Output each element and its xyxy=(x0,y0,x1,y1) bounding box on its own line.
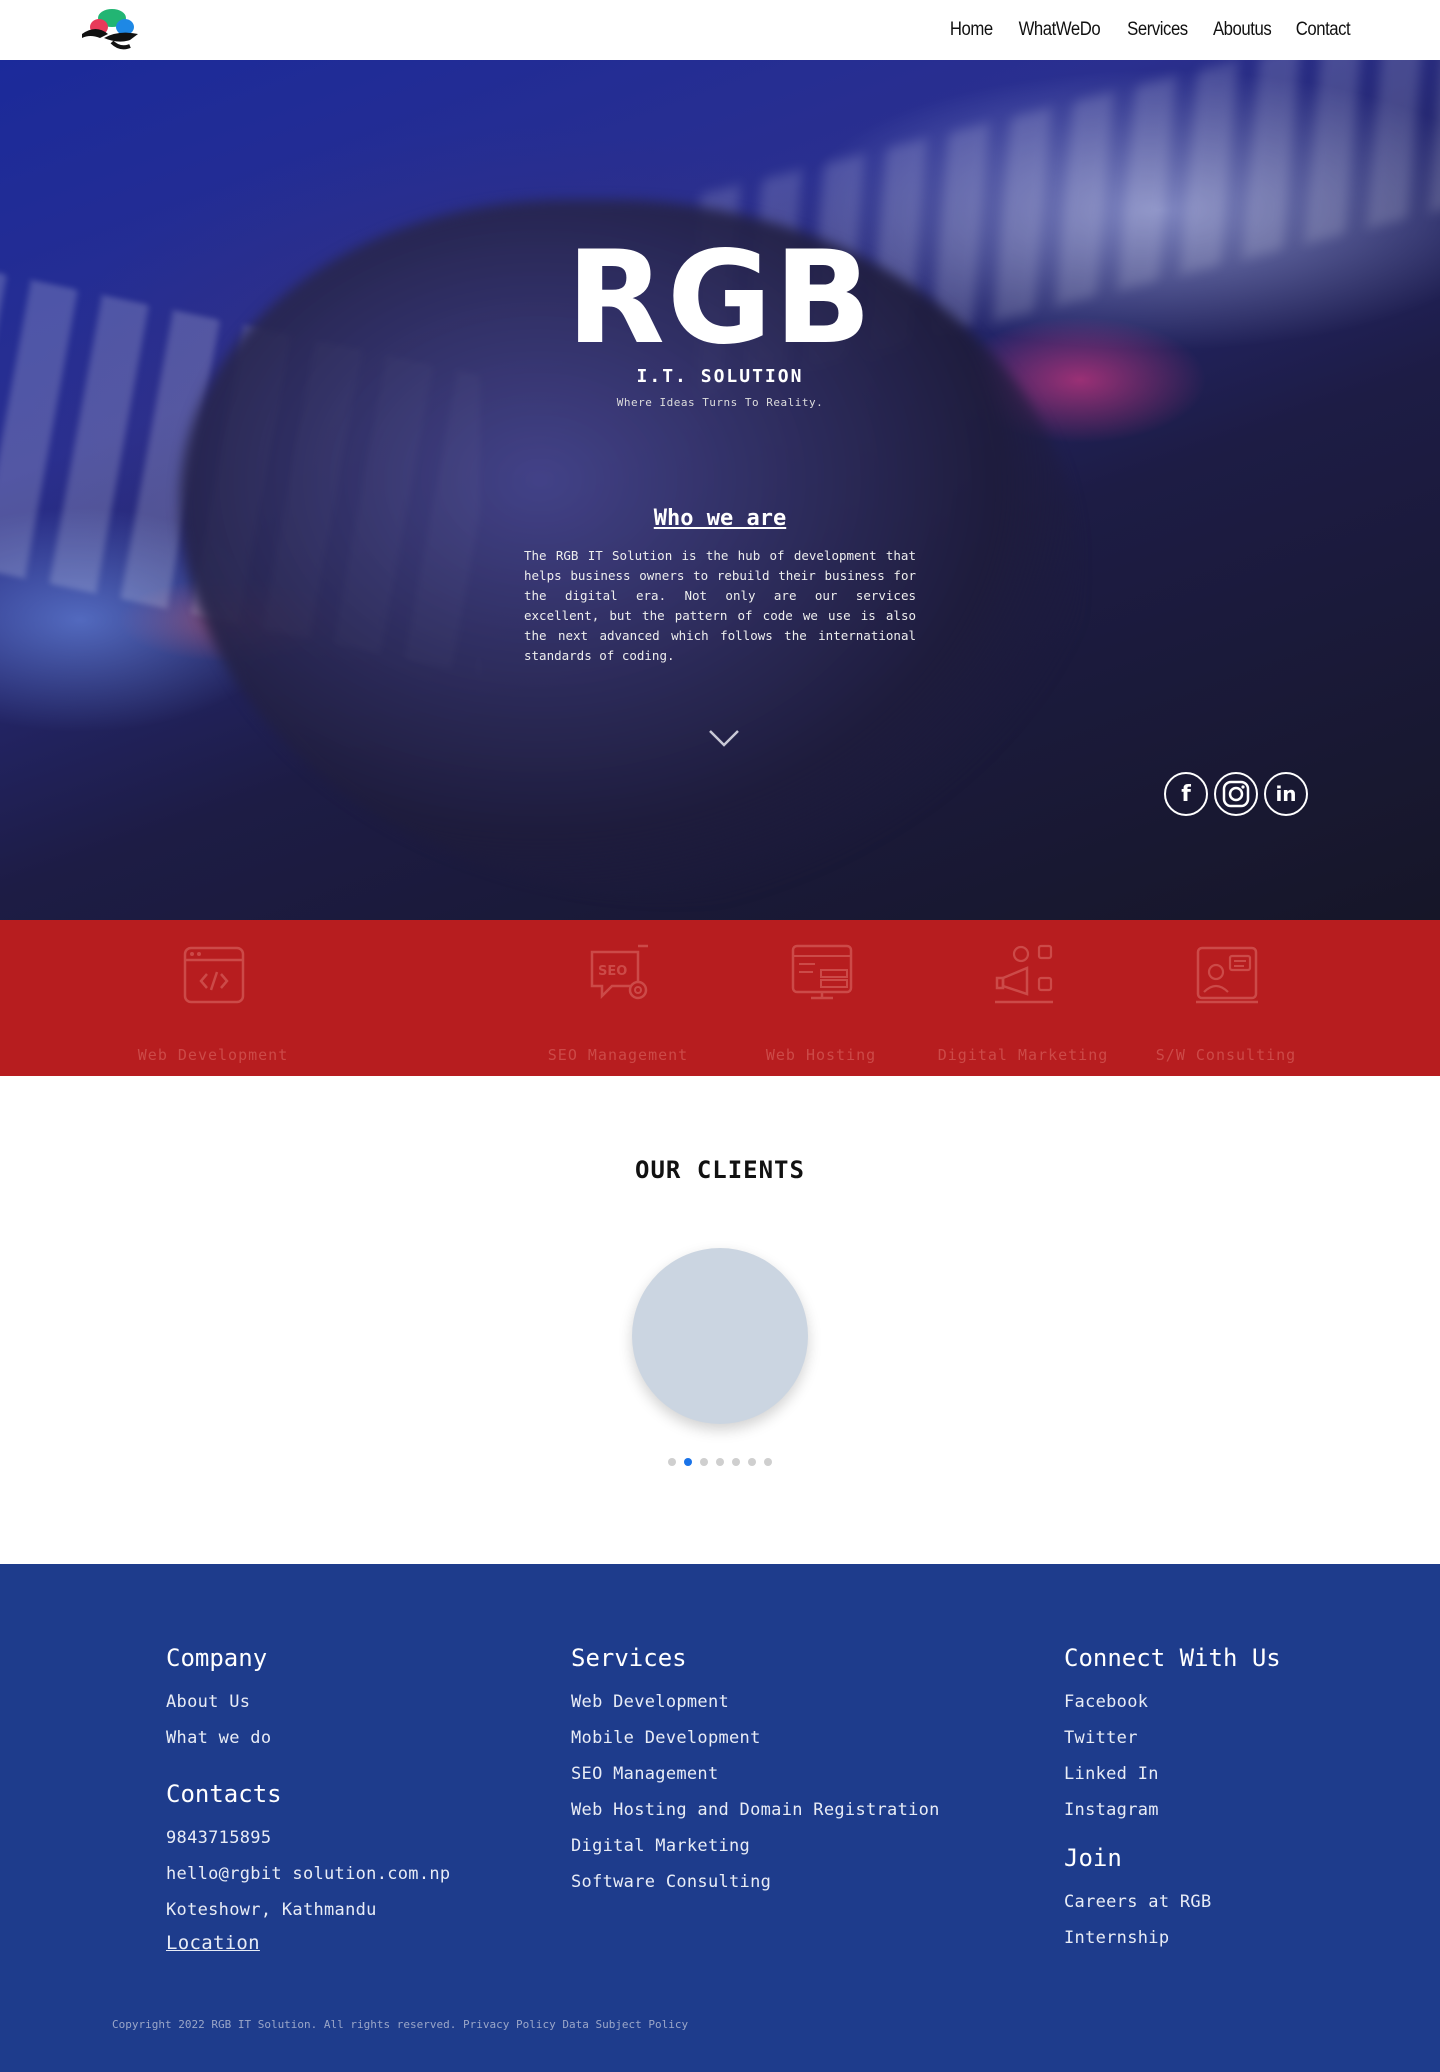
service-seo-management[interactable]: SEO SEO Management xyxy=(508,920,728,1076)
nav-aboutus[interactable]: Aboutus xyxy=(1213,19,1272,41)
carousel-dot[interactable] xyxy=(716,1458,724,1466)
footer-link-web-development[interactable]: Web Development xyxy=(571,1692,729,1712)
client-logo-placeholder[interactable] xyxy=(632,1248,808,1424)
linkedin-icon[interactable]: in xyxy=(1264,772,1308,816)
footer-link-twitter[interactable]: Twitter xyxy=(1064,1728,1138,1748)
footer: Company About Us What we do Contacts 984… xyxy=(0,1564,1440,2072)
carousel-dot[interactable] xyxy=(684,1458,692,1466)
carousel-dot[interactable] xyxy=(668,1458,676,1466)
footer-link-about-us[interactable]: About Us xyxy=(166,1692,250,1712)
footer-link-what-we-do[interactable]: What we do xyxy=(166,1728,271,1748)
footer-connect-heading: Connect With Us xyxy=(1064,1644,1281,1672)
footer-link-instagram[interactable]: Instagram xyxy=(1064,1800,1159,1820)
megaphone-icon xyxy=(995,944,1053,1004)
carousel-dots xyxy=(0,1458,1440,1466)
service-digital-marketing[interactable]: Digital Marketing xyxy=(913,920,1133,1076)
clients-heading: OUR CLIENTS xyxy=(635,1156,805,1184)
who-we-are-heading: Who we are xyxy=(653,506,787,531)
nav-links: Home WhatWeDo Services Aboutus Contact xyxy=(947,0,1354,60)
service-label: SEO Management xyxy=(547,1046,689,1064)
facebook-icon[interactable]: f xyxy=(1164,772,1208,816)
footer-link-mobile-development[interactable]: Mobile Development xyxy=(571,1728,761,1748)
copyright-text: Copyright 2022 RGB IT Solution. All righ… xyxy=(112,2018,689,2031)
service-label: Digital Marketing xyxy=(937,1046,1109,1064)
hero-title: RGB xyxy=(566,224,874,373)
footer-email[interactable]: hello@rgbit solution.com.np xyxy=(166,1864,450,1884)
instagram-icon[interactable] xyxy=(1214,772,1258,816)
carousel-dot[interactable] xyxy=(700,1458,708,1466)
footer-link-seo-management[interactable]: SEO Management xyxy=(571,1764,719,1784)
consultant-icon xyxy=(1196,946,1258,1004)
footer-phone: 9843715895 xyxy=(166,1828,272,1848)
service-web-hosting[interactable]: Web Hosting xyxy=(711,920,931,1076)
footer-company-heading: Company xyxy=(166,1644,268,1672)
nav-whatwedo[interactable]: WhatWeDo xyxy=(1019,19,1101,41)
hero-tagline: Where Ideas Turns To Reality. xyxy=(616,396,824,409)
svg-text:SEO: SEO xyxy=(598,964,627,979)
footer-link-careers[interactable]: Careers at RGB xyxy=(1064,1892,1212,1912)
footer-link-web-hosting[interactable]: Web Hosting and Domain Registration xyxy=(571,1800,940,1820)
seo-gear-icon: SEO xyxy=(590,944,648,1000)
footer-contacts-heading: Contacts xyxy=(166,1780,282,1808)
social-links: f in xyxy=(1164,772,1308,816)
nav-contact[interactable]: Contact xyxy=(1296,19,1351,41)
top-nav: Home WhatWeDo Services Aboutus Contact xyxy=(0,0,1440,60)
service-label: Web Hosting xyxy=(765,1046,877,1064)
who-we-are-text: The RGB IT Solution is the hub of develo… xyxy=(524,548,916,663)
server-icon xyxy=(791,944,853,1000)
services-band: Web Development SEO SEO Management Web H… xyxy=(0,920,1440,1076)
footer-address: Koteshowr, Kathmandu xyxy=(166,1900,377,1920)
footer-location-link[interactable]: Location xyxy=(166,1932,260,1954)
service-label: Web Development xyxy=(137,1046,289,1064)
footer-link-internship[interactable]: Internship xyxy=(1064,1928,1169,1948)
carousel-dot[interactable] xyxy=(732,1458,740,1466)
footer-link-facebook[interactable]: Facebook xyxy=(1064,1692,1148,1712)
service-label: S/W Consulting xyxy=(1155,1046,1297,1064)
rgb-logo[interactable] xyxy=(78,8,146,50)
code-window-icon xyxy=(183,946,245,1004)
carousel-dot[interactable] xyxy=(748,1458,756,1466)
hero-subtitle: I.T. SOLUTION xyxy=(636,366,804,387)
scroll-down-chevron-icon[interactable] xyxy=(708,728,740,748)
service-web-development[interactable]: Web Development xyxy=(103,920,323,1076)
carousel-dot[interactable] xyxy=(764,1458,772,1466)
footer-link-linkedin[interactable]: Linked In xyxy=(1064,1764,1159,1784)
footer-link-digital-marketing[interactable]: Digital Marketing xyxy=(571,1836,750,1856)
service-sw-consulting[interactable]: S/W Consulting xyxy=(1116,920,1336,1076)
nav-home[interactable]: Home xyxy=(950,19,993,41)
nav-services[interactable]: Services xyxy=(1127,19,1188,41)
footer-link-software-consulting[interactable]: Software Consulting xyxy=(571,1872,771,1892)
footer-services-heading: Services xyxy=(571,1644,687,1672)
footer-join-heading: Join xyxy=(1064,1844,1122,1872)
